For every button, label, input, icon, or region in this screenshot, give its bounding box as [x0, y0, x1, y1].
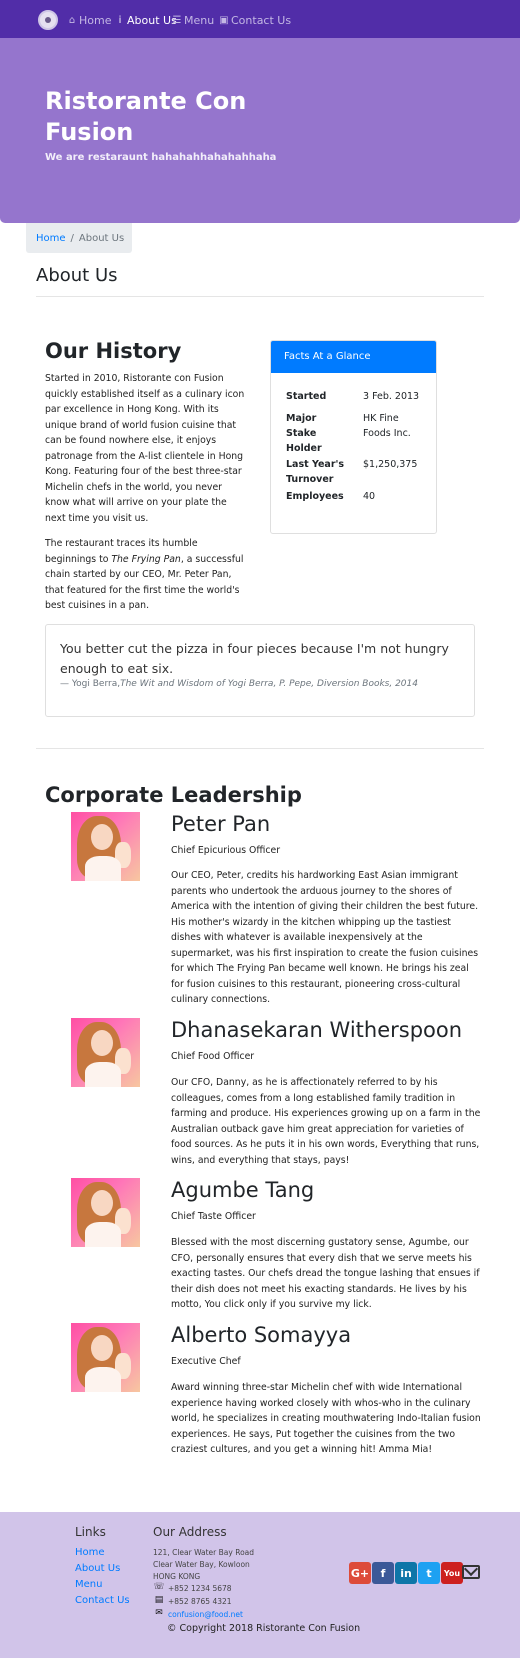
leader-description: Award winning three-star Michelin chef w…	[171, 1382, 481, 1455]
leader-name: Peter Pan	[171, 812, 271, 836]
leader-name: Alberto Somayya	[171, 1323, 352, 1347]
phone-icon: ☏	[153, 1582, 165, 1592]
leader-description: Blessed with the most discerning gustato…	[171, 1237, 480, 1310]
breadcrumb-current: About Us	[78, 232, 125, 244]
fact-value: 40	[363, 491, 376, 502]
nav-label: Menu	[184, 13, 215, 27]
history-paragraph: The restaurant traces its humble beginni…	[45, 538, 244, 611]
leader-name: Agumbe Tang	[171, 1178, 315, 1202]
frying-pan-italic: The Frying Pan	[111, 553, 181, 565]
restaurant-subtitle: We are restaraunt hahahahhahahahhaha	[45, 152, 277, 163]
facts-card-header: Facts At a Glance	[271, 341, 436, 373]
quote-card: You better cut the pizza in four pieces …	[45, 624, 475, 717]
list-icon: ☰	[172, 14, 182, 26]
leader-photo	[71, 1323, 140, 1392]
fact-value: 3 Feb. 2013	[363, 391, 420, 402]
leadership-title: Corporate Leadership	[45, 783, 302, 807]
address-line: HONG KONG	[153, 1572, 201, 1581]
leader-name: Dhanasekaran Witherspoon	[171, 1018, 463, 1042]
info-icon: i	[118, 14, 122, 26]
address-card-icon: ▣	[219, 14, 229, 26]
phone-number: +852 1234 5678	[168, 1584, 232, 1593]
google-plus-icon[interactable]: G+	[349, 1562, 371, 1584]
nav-label: Contact Us	[231, 13, 292, 27]
quote-footer: — Yogi Berra,The Wit and Wisdom of Yogi …	[60, 679, 418, 689]
navbar: ⌂ Home i About Us ☰ Menu ▣ Contact Us	[0, 0, 520, 38]
breadcrumb-separator: /	[70, 232, 74, 244]
facts-card: Facts At a Glance Started 3 Feb. 2013 Ma…	[270, 340, 437, 534]
leader-description: Our CFO, Danny, as he is affectionately …	[171, 1077, 481, 1166]
leader-photo	[71, 812, 140, 881]
nav-item-contact[interactable]: ▣ Contact Us	[219, 12, 291, 28]
home-icon: ⌂	[68, 14, 76, 26]
leader-photo	[71, 1018, 140, 1087]
leader-role: Chief Food Officer	[171, 1051, 255, 1062]
fax-icon: ▤	[154, 1595, 164, 1605]
restaurant-title: Ristorante Con Fusion	[45, 87, 247, 146]
history-title: Our History	[45, 339, 182, 363]
nav-item-about[interactable]: i About Us	[115, 12, 177, 28]
jumbotron: Ristorante Con Fusion We are restaraunt …	[0, 38, 520, 223]
nav-label: About Us	[127, 13, 177, 27]
logo-icon[interactable]	[38, 10, 58, 30]
footer-link-about[interactable]: About Us	[75, 1563, 120, 1574]
email-link[interactable]: confusion@food.net	[168, 1610, 243, 1619]
breadcrumb-home-link[interactable]: Home	[36, 233, 66, 244]
divider	[36, 296, 484, 297]
nav-item-home[interactable]: ⌂ Home	[67, 12, 112, 28]
linkedin-icon[interactable]: in	[395, 1562, 417, 1584]
leader-role: Executive Chef	[171, 1356, 241, 1367]
envelope-icon: ✉	[155, 1608, 163, 1618]
leader-role: Chief Taste Officer	[171, 1211, 256, 1222]
fact-label: Major Stake Holder	[286, 413, 322, 454]
history-paragraph: Started in 2010, Ristorante con Fusion q…	[45, 373, 245, 524]
nav-item-menu[interactable]: ☰ Menu	[172, 12, 215, 28]
youtube-icon[interactable]: You	[441, 1562, 463, 1584]
footer-link-contact[interactable]: Contact Us	[75, 1595, 130, 1606]
mail-icon[interactable]	[462, 1565, 480, 1579]
page-title: About Us	[36, 265, 118, 286]
fact-label: Last Year's Turnover	[286, 459, 345, 485]
fact-label: Started	[286, 391, 327, 402]
divider	[36, 748, 484, 749]
breadcrumb: Home / About Us	[26, 223, 132, 253]
twitter-icon[interactable]: t	[418, 1562, 440, 1584]
footer-address-title: Our Address	[153, 1525, 227, 1539]
address-line: 121, Clear Water Bay Road	[153, 1548, 255, 1557]
footer-links-title: Links	[75, 1525, 106, 1539]
address-line: Clear Water Bay, Kowloon	[153, 1560, 250, 1569]
quote-text: You better cut the pizza in four pieces …	[60, 641, 449, 676]
leader-description: Our CEO, Peter, credits his hardworking …	[171, 870, 479, 1005]
fact-label: Employees	[286, 491, 344, 502]
fact-value: $1,250,375	[363, 459, 418, 470]
quote-source: The Wit and Wisdom of Yogi Berra, P. Pep…	[120, 679, 418, 689]
footer-link-menu[interactable]: Menu	[75, 1579, 102, 1590]
leader-photo	[71, 1178, 140, 1247]
facebook-icon[interactable]: f	[372, 1562, 394, 1584]
copyright: © Copyright 2018 Ristorante Con Fusion	[167, 1623, 361, 1634]
fax-number: +852 8765 4321	[168, 1597, 232, 1606]
leader-role: Chief Epicurious Officer	[171, 845, 281, 856]
footer-link-home[interactable]: Home	[75, 1547, 105, 1558]
nav-label: Home	[79, 13, 112, 27]
fact-value: HK Fine Foods Inc.	[363, 413, 411, 439]
